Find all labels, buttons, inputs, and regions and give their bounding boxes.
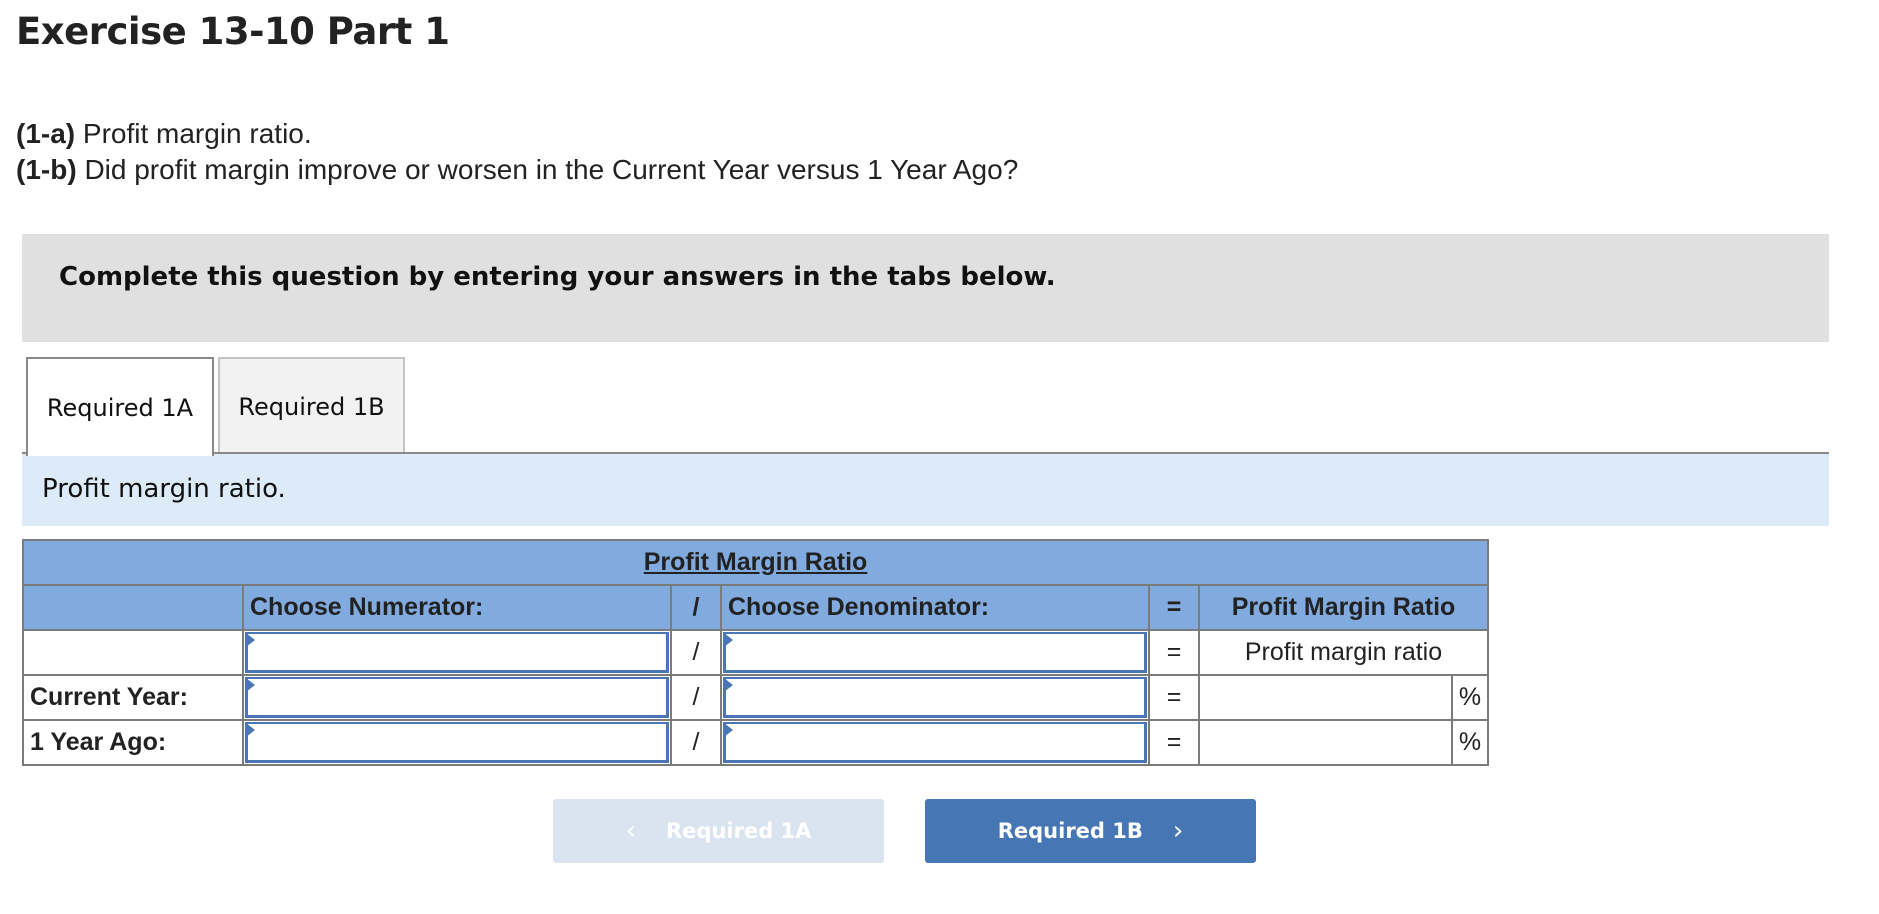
denominator-cell [720,674,1150,721]
question-1a: (1-a) Profit margin ratio. [16,118,312,150]
header-result: Profit Margin Ratio [1198,584,1489,631]
prompt-text: Profit margin ratio. [42,474,286,504]
denominator-dropdown[interactable] [723,677,1147,718]
page-title: Exercise 13-10 Part 1 [16,10,450,53]
dropdown-indicator-icon [724,633,733,647]
table-title: Profit Margin Ratio [22,539,1489,586]
table-row: Current Year: / = % [22,674,1489,721]
question-text: Did profit margin improve or worsen in t… [84,154,1019,185]
percent-unit: % [1451,719,1489,766]
divide-sign: / [670,719,722,766]
equals-sign: = [1148,674,1200,721]
result-cell [1198,674,1453,721]
row-label: 1 Year Ago: [22,719,244,766]
row-label [22,629,244,676]
question-1b: (1-b) Did profit margin improve or worse… [16,154,1018,186]
table-row: / = Profit margin ratio [22,629,1489,676]
divide-sign: / [670,674,722,721]
denominator-cell [720,719,1150,766]
result-label: Profit margin ratio [1198,629,1489,676]
numerator-cell [242,674,672,721]
result-input[interactable] [1200,721,1451,764]
chevron-right-icon: › [1172,816,1184,846]
dropdown-indicator-icon [724,723,733,737]
divide-sign: / [670,629,722,676]
numerator-dropdown[interactable] [245,677,669,718]
dropdown-indicator-icon [724,678,733,692]
numerator-cell [242,719,672,766]
instruction-text: Complete this question by entering your … [59,262,1056,292]
chevron-left-icon: ‹ [625,816,636,846]
header-equals: = [1148,584,1200,631]
profit-margin-table: Profit Margin Ratio Choose Numerator: / … [22,539,1489,766]
header-label-cell [22,584,244,631]
dropdown-indicator-icon [246,723,255,737]
equals-sign: = [1148,629,1200,676]
header-denominator: Choose Denominator: [720,584,1150,631]
question-text: Profit margin ratio. [82,118,312,149]
instruction-banner: Complete this question by entering your … [22,234,1829,342]
row-label: Current Year: [22,674,244,721]
percent-unit: % [1451,674,1489,721]
question-tag: (1-a) [16,118,76,149]
next-button-label: Required 1B [997,819,1143,843]
question-tag: (1-b) [16,154,77,185]
denominator-dropdown[interactable] [723,722,1147,763]
equals-sign: = [1148,719,1200,766]
dropdown-indicator-icon [246,678,255,692]
dropdown-indicator-icon [246,633,255,647]
denominator-cell [720,629,1150,676]
numerator-dropdown[interactable] [245,632,669,673]
result-input[interactable] [1200,676,1451,719]
prev-required-1a-button[interactable]: ‹ Required 1A [553,799,884,863]
denominator-dropdown[interactable] [723,632,1147,673]
next-required-1b-button[interactable]: Required 1B › [925,799,1256,863]
table-row: 1 Year Ago: / = % [22,719,1489,766]
column-header-row: Choose Numerator: / Choose Denominator: … [22,584,1489,631]
result-cell [1198,719,1453,766]
numerator-dropdown[interactable] [245,722,669,763]
tab-required-1b[interactable]: Required 1B [218,357,405,454]
numerator-cell [242,629,672,676]
header-numerator: Choose Numerator: [242,584,672,631]
panel-prompt: Profit margin ratio. [22,454,1829,526]
tab-required-1a[interactable]: Required 1A [26,357,214,456]
header-divide: / [670,584,722,631]
prev-button-label: Required 1A [666,819,812,843]
